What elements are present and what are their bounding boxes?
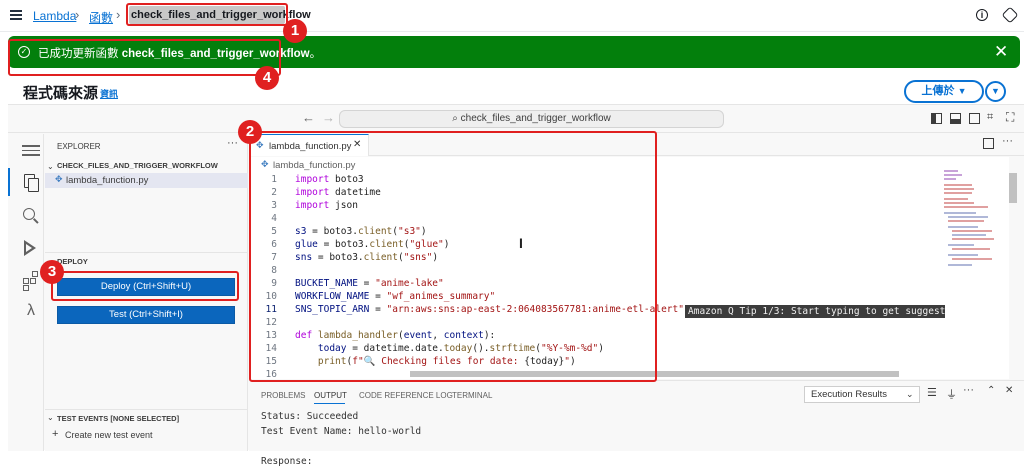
annotation-marker-3: 3 bbox=[40, 260, 64, 284]
annotation-marker-1: 1 bbox=[283, 19, 307, 43]
toggle-panel-icon[interactable] bbox=[950, 113, 961, 124]
annotation-marker-4: 4 bbox=[255, 66, 279, 90]
settings-icon[interactable] bbox=[1001, 6, 1019, 24]
output-text: Status: Succeeded Test Event Name: hello… bbox=[261, 409, 421, 469]
output-channel-value: Execution Results bbox=[811, 389, 888, 400]
plus-icon[interactable]: + bbox=[52, 428, 58, 440]
upload-button[interactable]: 上傳於 ▼ bbox=[904, 80, 984, 103]
file-item[interactable]: ✥ lambda_function.py bbox=[45, 173, 248, 188]
vertical-scrollbar[interactable] bbox=[1009, 173, 1017, 203]
test-events-title: TEST EVENTS [NONE SELECTED] bbox=[57, 414, 180, 423]
annotation-box-2 bbox=[249, 131, 657, 382]
hamburger-menu-icon[interactable] bbox=[10, 10, 22, 20]
banner-suffix: 。 bbox=[309, 48, 322, 60]
chevron-right-icon: › bbox=[75, 7, 80, 22]
toggle-secondary-sidebar-icon[interactable] bbox=[969, 113, 980, 124]
output-line: Status: Succeeded bbox=[261, 411, 359, 422]
chevron-right-icon: › bbox=[116, 7, 121, 22]
menu-icon[interactable] bbox=[20, 142, 42, 164]
toggle-sidebar-icon[interactable] bbox=[931, 113, 942, 124]
minimap[interactable] bbox=[940, 170, 1006, 270]
bottom-panel: PROBLEMS OUTPUT CODE REFERENCE LOG TERMI… bbox=[249, 380, 1024, 467]
lambda-icon[interactable]: λ bbox=[20, 302, 42, 324]
activity-bar: λ bbox=[8, 134, 44, 451]
more-actions-icon[interactable]: ··· bbox=[963, 384, 974, 396]
output-channel-select[interactable]: Execution Results ⌄ bbox=[804, 386, 920, 403]
info-link[interactable]: 資訊 bbox=[100, 87, 118, 100]
panel-tab-problems[interactable]: PROBLEMS bbox=[261, 391, 305, 400]
panel-tab-terminal[interactable]: TERMINAL bbox=[452, 391, 492, 400]
customize-layout-icon[interactable]: ⌗ bbox=[987, 111, 993, 124]
output-line: Test Event Name: hello-world bbox=[261, 426, 422, 437]
test-button-label: Test (Ctrl+Shift+I) bbox=[109, 309, 183, 320]
python-file-icon: ✥ bbox=[55, 174, 63, 184]
command-search-box[interactable]: ⌕ check_files_and_trigger_workflow bbox=[339, 110, 724, 128]
filter-list-icon[interactable]: ☰ bbox=[927, 386, 937, 399]
annotation-box-3 bbox=[51, 271, 239, 301]
search-icon: ⌕ bbox=[452, 113, 458, 124]
expand-circle-button[interactable]: ▼ bbox=[985, 81, 1006, 102]
amazon-q-tip: Amazon Q Tip 1/3: Start typing to get su… bbox=[685, 305, 945, 318]
annotation-box-1 bbox=[126, 3, 288, 26]
caret-down-icon: ▼ bbox=[957, 86, 967, 96]
ide-title-bar: ← → ⌕ check_files_and_trigger_workflow ⌗… bbox=[8, 105, 1024, 133]
fullscreen-icon[interactable]: ⛶ bbox=[1006, 110, 1014, 125]
extensions-icon[interactable] bbox=[20, 270, 42, 292]
test-button[interactable]: Test (Ctrl+Shift+I) bbox=[57, 306, 235, 324]
back-arrow-icon[interactable]: ← bbox=[302, 110, 315, 125]
lock-scroll-icon[interactable]: ⏚ bbox=[946, 386, 957, 402]
folder-name[interactable]: CHECK_FILES_AND_TRIGGER_WORKFLOW bbox=[57, 161, 218, 170]
deploy-section-divider bbox=[45, 252, 248, 253]
chevron-down-icon: ⌄ bbox=[47, 162, 54, 171]
create-test-event[interactable]: Create new test event bbox=[65, 430, 153, 440]
annotation-marker-2: 2 bbox=[238, 120, 262, 144]
split-editor-icon[interactable] bbox=[983, 138, 994, 149]
more-actions-icon[interactable]: ··· bbox=[1002, 135, 1013, 147]
page-title: 程式碼來源 bbox=[23, 85, 99, 102]
close-icon[interactable]: ✕ bbox=[994, 42, 1008, 62]
forward-arrow-icon[interactable]: → bbox=[322, 110, 335, 125]
run-debug-icon[interactable] bbox=[20, 238, 42, 260]
search-icon[interactable] bbox=[20, 206, 42, 228]
explorer-active-indicator bbox=[8, 168, 10, 196]
output-line: Response: bbox=[261, 456, 313, 467]
close-panel-icon[interactable]: ✕ bbox=[1005, 385, 1013, 396]
breadcrumb-functions[interactable]: 函數 bbox=[89, 9, 113, 26]
panel-tab-code-reference-log[interactable]: CODE REFERENCE LOG bbox=[359, 391, 453, 400]
breadcrumb-lambda[interactable]: Lambda bbox=[33, 9, 76, 23]
more-actions-icon[interactable]: ··· bbox=[227, 137, 238, 149]
test-events-divider bbox=[45, 409, 248, 410]
amazon-q-tip-text: Amazon Q Tip 1/3: Start typing to get su… bbox=[688, 306, 945, 317]
files-icon[interactable] bbox=[20, 172, 42, 194]
chevron-down-icon: ⌄ bbox=[906, 389, 914, 399]
command-search-text: check_files_and_trigger_workflow bbox=[460, 113, 611, 124]
annotation-box-4 bbox=[8, 39, 281, 76]
file-name: lambda_function.py bbox=[66, 175, 149, 186]
info-icon[interactable]: i bbox=[976, 9, 988, 21]
output-tab-underline bbox=[314, 403, 345, 404]
explorer-title: EXPLORER bbox=[57, 142, 101, 151]
maximize-panel-icon[interactable]: ⌃ bbox=[987, 385, 995, 396]
chevron-down-icon: ⌄ bbox=[47, 413, 54, 422]
panel-tab-output[interactable]: OUTPUT bbox=[314, 391, 347, 400]
upload-label: 上傳於 bbox=[921, 85, 955, 97]
